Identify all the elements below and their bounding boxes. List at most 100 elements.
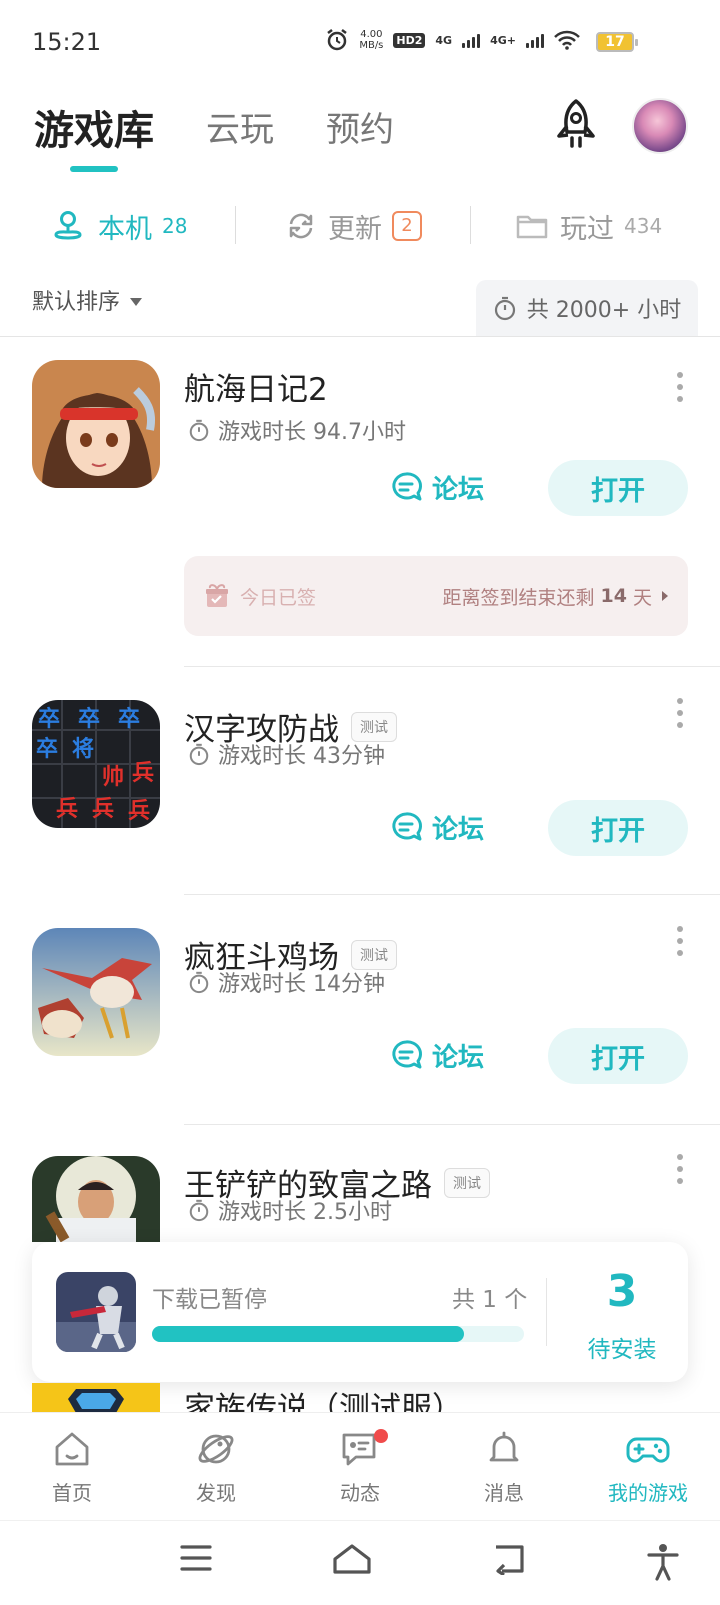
forum-button[interactable]: 论坛 (390, 1034, 496, 1076)
open-button[interactable]: 打开 (548, 460, 688, 516)
game-icon[interactable] (32, 1156, 160, 1242)
stopwatch-icon (189, 743, 209, 766)
wifi-icon (554, 30, 580, 50)
forum-button[interactable]: 论坛 (390, 466, 496, 508)
download-card[interactable]: 下载已暂停 共 1 个 3 待安装 (32, 1242, 688, 1382)
refresh-icon (289, 213, 313, 239)
game-art (32, 360, 160, 488)
game-icon[interactable]: 卒卒卒 卒将 帅兵 兵兵兵 (32, 700, 160, 828)
download-progress-fill (152, 1326, 465, 1342)
game-item[interactable]: 家族传说（测试服） (0, 1383, 720, 1413)
gamepad-icon (626, 1437, 670, 1463)
segment-update-label: 更新 (328, 213, 382, 245)
row-divider (184, 894, 720, 895)
svg-text:卒: 卒 (38, 706, 60, 732)
segment-played[interactable]: 玩过 434 (516, 196, 662, 256)
accessibility-icon (647, 1544, 679, 1581)
pending-install-label[interactable]: 待安装 (562, 1330, 682, 1364)
network-type-1: 4G (435, 33, 453, 47)
signin-days: 14 (600, 585, 627, 607)
open-button[interactable]: 打开 (548, 1028, 688, 1084)
stopwatch-icon (494, 296, 515, 321)
forum-icon (392, 1040, 422, 1069)
signin-banner[interactable]: 今日已签 距离签到结束还剩 14 天 (184, 556, 688, 636)
nav-messages-label: 消息 (484, 1481, 524, 1505)
avatar[interactable] (632, 98, 688, 154)
more-options-button[interactable] (672, 698, 688, 728)
forum-label: 论坛 (432, 814, 485, 845)
nav-home-label: 首页 (52, 1481, 92, 1505)
sort-dropdown[interactable]: 默认排序 (32, 284, 143, 316)
nav-feed[interactable]: 动态 (288, 1413, 432, 1520)
download-game-icon (56, 1272, 136, 1352)
stopwatch-icon (189, 419, 209, 442)
more-options-button[interactable] (672, 372, 688, 402)
hd-indicator: HD2 (393, 32, 426, 48)
system-navigation-bar (0, 1520, 720, 1605)
back-icon (496, 1545, 524, 1577)
nav-feed-label: 动态 (340, 1481, 380, 1505)
tab-reservation[interactable]: 预约 (326, 102, 394, 151)
nav-messages[interactable]: 消息 (432, 1413, 576, 1520)
rocket-button[interactable] (552, 98, 600, 150)
game-art: 卒卒卒 卒将 帅兵 兵兵兵 (32, 700, 160, 828)
download-game-art (56, 1272, 136, 1352)
tab-game-library[interactable]: 游戏库 (34, 98, 154, 156)
segment-local-count: 28 (162, 214, 188, 238)
row-divider (184, 666, 720, 667)
svg-text:帅: 帅 (102, 765, 124, 790)
game-icon[interactable] (32, 1383, 160, 1413)
segment-local[interactable]: 本机 28 (52, 196, 187, 256)
status-bar: 15:21 4.00 MB/s HD2 4G 4G+ 17 (0, 0, 720, 84)
battery-indicator: 17 (596, 32, 638, 52)
segment-update[interactable]: 更新 2 (286, 196, 422, 256)
game-title-text: 航海日记2 (184, 372, 328, 408)
status-time: 15:21 (32, 28, 102, 56)
game-playtime: 游戏时长 14分钟 (188, 966, 385, 998)
open-button[interactable]: 打开 (548, 800, 688, 856)
nav-discover[interactable]: 发现 (144, 1413, 288, 1520)
svg-text:兵: 兵 (56, 797, 78, 822)
speed-value: 4.00 (360, 29, 383, 40)
accessibility-button[interactable] (646, 1543, 680, 1585)
divider (0, 336, 720, 337)
more-options-button[interactable] (672, 926, 688, 956)
menu-button[interactable] (180, 1543, 212, 1577)
update-count-badge: 2 (392, 211, 422, 241)
game-icon[interactable] (32, 928, 160, 1056)
segment-local-label: 本机 (98, 213, 152, 245)
home-outline-icon (333, 1544, 371, 1574)
nav-my-games[interactable]: 我的游戏 (576, 1413, 720, 1520)
download-count: 共 1 个 (452, 1287, 528, 1313)
game-playtime: 游戏时长 2.5小时 (188, 1194, 392, 1226)
svg-text:卒: 卒 (118, 706, 140, 732)
playtime-text: 游戏时长 94.7小时 (218, 420, 406, 445)
folder-icon (516, 215, 548, 239)
playtime-text: 游戏时长 43分钟 (218, 744, 385, 769)
signin-left-text: 今日已签 (240, 586, 317, 609)
gift-icon (206, 584, 228, 607)
forum-label: 论坛 (432, 1042, 485, 1073)
back-button[interactable] (492, 1543, 526, 1579)
game-playtime: 游戏时长 94.7小时 (188, 414, 406, 446)
game-icon[interactable] (32, 360, 160, 488)
bottom-navigation: 首页 发现 动态 消息 我的游戏 (0, 1412, 720, 1520)
tab-cloud-play[interactable]: 云玩 (206, 102, 274, 151)
home-system-button[interactable] (332, 1543, 372, 1579)
segment-divider (235, 206, 236, 244)
sort-label: 默认排序 (32, 290, 121, 315)
notification-dot (374, 1429, 388, 1443)
signal-icon-2 (526, 32, 544, 48)
signal-icon (462, 32, 481, 48)
speed-unit: MB/s (359, 40, 384, 51)
download-progress-bar (152, 1326, 524, 1342)
more-options-button[interactable] (672, 1154, 688, 1184)
svg-text:将: 将 (72, 736, 94, 762)
top-tabs: 游戏库 云玩 预约 (0, 84, 720, 184)
pending-install-count[interactable]: 3 (562, 1266, 682, 1317)
segment-played-label: 玩过 (560, 213, 614, 245)
nav-home[interactable]: 首页 (0, 1413, 144, 1520)
stopwatch-icon (189, 1199, 209, 1222)
forum-button[interactable]: 论坛 (390, 806, 496, 848)
network-speed: 4.00 MB/s (359, 29, 383, 51)
